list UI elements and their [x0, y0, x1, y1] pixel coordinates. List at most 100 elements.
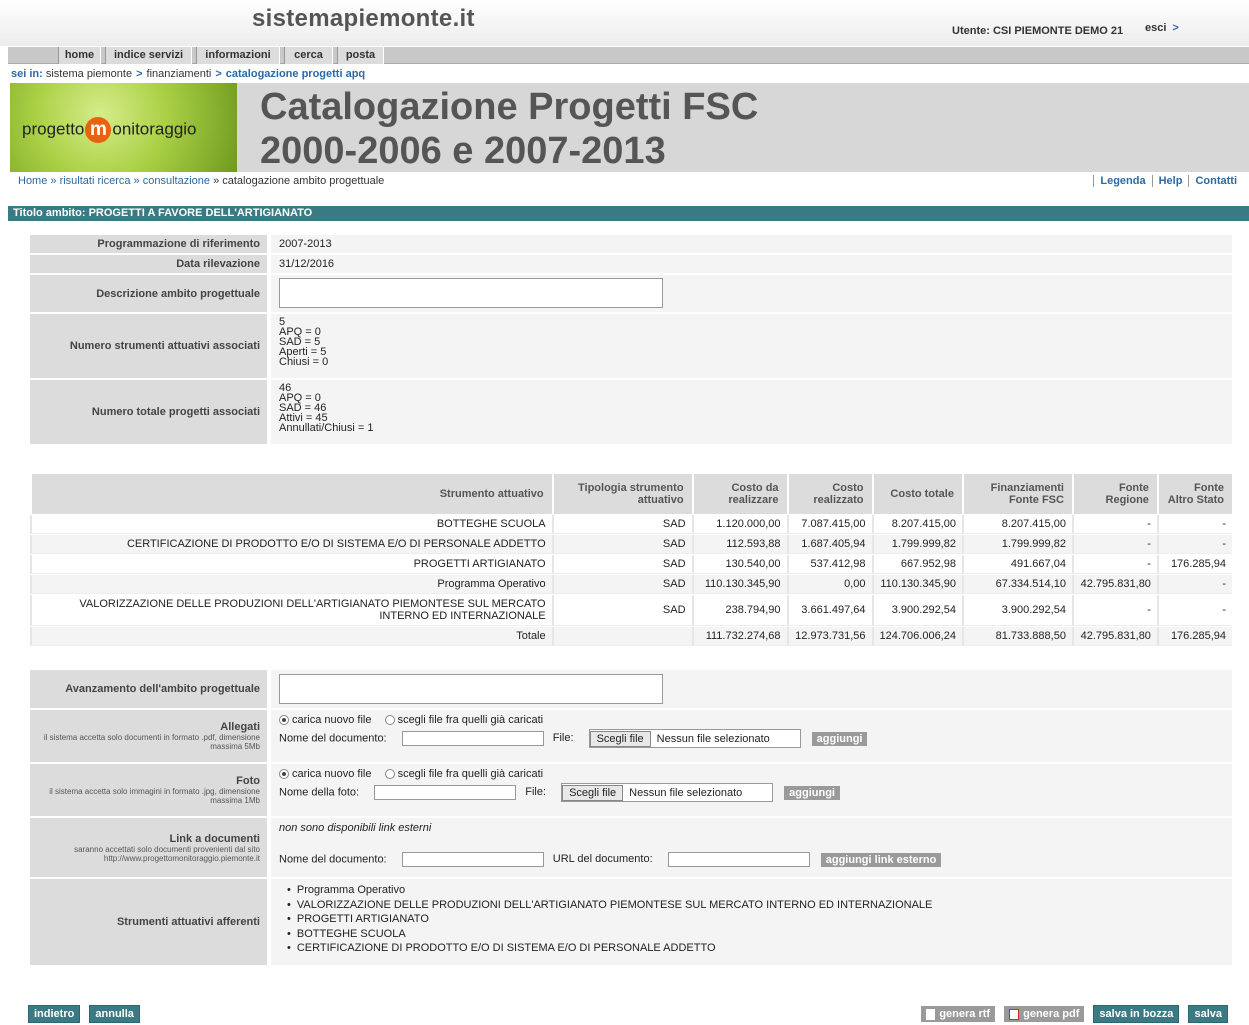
table-cell: 8.207.415,00	[871, 515, 962, 534]
strumenti-line: Aperti = 5	[279, 346, 327, 358]
progetti-line: APQ = 0	[279, 392, 321, 404]
path-risultati-ricerca[interactable]: » risultati ricerca	[50, 175, 130, 187]
top-header: sistemapiemonte.it Utente: CSI PIEMONTE …	[0, 0, 1249, 46]
table-cell: 130.540,00	[691, 555, 787, 574]
list-item: Programma Operativo	[287, 883, 1224, 898]
foto-file-picker[interactable]: Scegli file Nessun file selezionato	[561, 783, 774, 802]
table-cell: -	[1071, 555, 1157, 574]
legenda-link[interactable]: Legenda	[1093, 175, 1152, 187]
save-button[interactable]: salva	[1188, 1005, 1228, 1023]
file-label: File:	[552, 732, 574, 745]
table-cell: -	[1071, 595, 1157, 626]
file-label: File:	[525, 786, 547, 799]
nav-home[interactable]: home	[58, 47, 101, 64]
choose-file-button[interactable]: Scegli file	[562, 784, 624, 801]
page-title-line2: 2000-2006 e 2007-2013	[260, 130, 666, 172]
table-cell: 176.285,94	[1156, 627, 1232, 646]
col-fonte-altro-stato: Fonte Altro Stato	[1156, 474, 1232, 514]
table-cell: 667.952,98	[871, 555, 962, 574]
help-link[interactable]: Help	[1151, 175, 1189, 187]
table-cell: 111.732.274,68	[691, 627, 787, 646]
path-home[interactable]: Home	[18, 175, 47, 187]
table-cell: 3.900.292,54	[961, 595, 1072, 626]
no-file-text: Nessun file selezionato	[629, 786, 743, 799]
document-icon	[926, 1008, 936, 1020]
banner: progetto m onitoraggio Catalogazione Proge…	[10, 83, 1249, 172]
nome-doc-input[interactable]	[401, 731, 544, 746]
cancel-button[interactable]: annulla	[89, 1005, 140, 1023]
table-cell: 0,00	[786, 575, 872, 594]
nav-informazioni[interactable]: informazioni	[196, 47, 280, 64]
avanz-label: Avanzamento dell'ambito progettuale	[65, 683, 260, 695]
nome-foto-input[interactable]	[374, 785, 517, 800]
table-cell: VALORIZZAZIONE DELLE PRODUZIONI DELL'ART…	[30, 595, 552, 626]
table-row: PROGETTI ARTIGIANATO SAD 130.540,00 537.412…	[30, 555, 1232, 574]
genera-pdf-button[interactable]: genera pdf	[1004, 1006, 1085, 1022]
nav-posta[interactable]: posta	[337, 47, 384, 64]
radio-new-file[interactable]	[279, 715, 289, 726]
add-allegato-button[interactable]: aggiungi	[811, 731, 868, 746]
table-cell: 112.593,88	[691, 535, 787, 554]
breadcrumb-finanziamenti[interactable]: finanziamenti	[147, 68, 212, 80]
breadcrumb-sistema-piemonte[interactable]: sistema piemonte	[46, 68, 132, 80]
avanz-textarea[interactable]	[279, 674, 663, 704]
logout-label[interactable]: esci	[1145, 22, 1166, 34]
save-draft-button[interactable]: salva in bozza	[1093, 1005, 1180, 1023]
table-cell: -	[1156, 575, 1232, 594]
action-bar: indietro annulla genera rtf genera pdf s…	[28, 1005, 1228, 1023]
col-tipologia: Tipologia strumento attuativo	[551, 474, 692, 514]
radio-existing-foto[interactable]	[384, 769, 395, 780]
url-doc-label: URL del documento:	[552, 853, 653, 866]
link-nome-doc-label: Nome del documento:	[279, 853, 387, 866]
chevron-right-icon: >	[1172, 22, 1179, 34]
radio-existing-file[interactable]	[384, 715, 395, 726]
table-cell: 8.207.415,00	[961, 515, 1072, 534]
progetto-monitoraggio-logo: progetto m onitoraggio	[10, 83, 237, 172]
add-foto-button[interactable]: aggiungi	[784, 785, 840, 800]
no-links-text: non sono disponibili link esterni	[279, 822, 432, 834]
col-costo-totale: Costo totale	[871, 474, 962, 514]
chevron-right-icon: >	[136, 68, 143, 80]
radio-existing-label: scegli file fra quelli già caricati	[397, 768, 544, 780]
progetti-line: Annullati/Chiusi = 1	[279, 422, 374, 434]
details-form: Programmazione di riferimento 2007-2013 …	[30, 235, 1232, 446]
descr-textarea[interactable]	[279, 278, 663, 308]
nav-indice-servizi[interactable]: indice servizi	[105, 47, 192, 64]
link-nome-doc-input[interactable]	[401, 852, 544, 867]
table-cell: -	[1156, 515, 1232, 534]
table-cell: -	[1156, 535, 1232, 554]
col-strumento: Strumento attuativo	[30, 474, 552, 514]
table-cell: Programma Operativo	[30, 575, 552, 594]
breadcrumb-label: sei in:	[11, 68, 43, 80]
table-total-row: Totale 111.732.274,68 12.973.731,56 124.706…	[30, 627, 1232, 646]
table-cell: 110.130.345,90	[691, 575, 787, 594]
nav-cerca[interactable]: cerca	[284, 47, 333, 64]
pdf-icon	[1009, 1008, 1020, 1020]
table-cell: 1.799.999,82	[961, 535, 1072, 554]
table-cell: 176.285,94	[1156, 555, 1232, 574]
url-doc-input[interactable]	[667, 852, 810, 867]
strumenti-label: Numero strumenti attuativi associati	[30, 314, 267, 378]
genera-rtf-button[interactable]: genera rtf	[921, 1006, 996, 1022]
radio-new-label: carica nuovo file	[292, 768, 372, 780]
choose-file-button[interactable]: Scegli file	[589, 730, 651, 747]
contatti-link[interactable]: Contatti	[1188, 175, 1243, 187]
path-consultazione[interactable]: » consultazione	[134, 175, 210, 187]
link-label: Link a documenti	[169, 832, 260, 845]
logo-m-icon: m	[85, 117, 112, 143]
file-picker[interactable]: Scegli file Nessun file selezionato	[588, 729, 801, 748]
list-item: BOTTEGHE SCUOLA	[287, 927, 1224, 942]
strumenti-value: 5 APQ = 0 SAD = 5 Aperti = 5 Chiusi = 0	[271, 314, 1232, 378]
table-cell: 124.706.006,24	[871, 627, 962, 646]
back-button[interactable]: indietro	[28, 1005, 81, 1023]
allegati-hint: il sistema accetta solo documenti in for…	[43, 733, 260, 751]
breadcrumb: sei in: sistema piemonte > finanziamenti > c…	[11, 68, 365, 80]
table-cell: 1.120.000,00	[691, 515, 787, 534]
table-cell	[551, 627, 692, 646]
table-cell: 42.795.831,80	[1071, 627, 1157, 646]
attachments-form: Avanzamento dell'ambito progettuale Alle…	[30, 670, 1232, 967]
add-link-button[interactable]: aggiungi link esterno	[820, 852, 942, 867]
logout-link[interactable]: esci >	[1145, 22, 1179, 34]
radio-new-foto[interactable]	[279, 769, 289, 780]
prog-label: Programmazione di riferimento	[30, 235, 267, 253]
